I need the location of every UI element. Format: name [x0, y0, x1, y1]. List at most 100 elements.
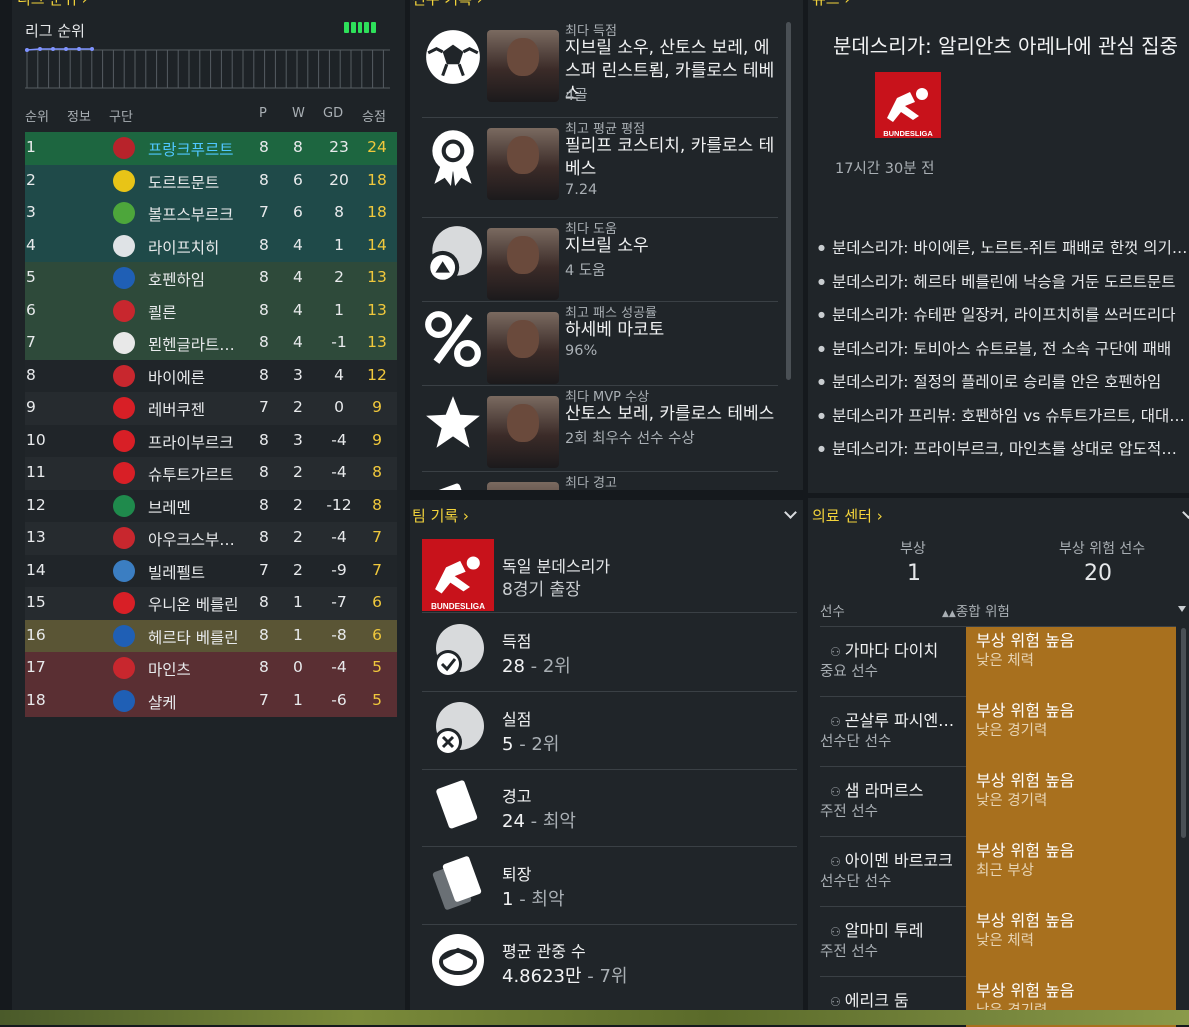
table-row[interactable]: 4 라이프치히 8 4 1 14 [25, 229, 397, 262]
medical-player-row[interactable]: 가마다 다이치중요 선수 부상 위험 높음낮은 체력 [820, 627, 1176, 697]
table-row[interactable]: 14 빌레펠트 7 2 -9 7 [25, 554, 397, 587]
club-name[interactable]: 쾰른 [148, 301, 260, 323]
table-row[interactable]: 13 아우크스부… 8 2 -4 7 [25, 522, 397, 555]
record-player[interactable]: 지브릴 소우 [565, 235, 777, 258]
record-player[interactable]: 하세베 마코토 [565, 319, 777, 342]
club-name[interactable]: 프랑크푸르트 [148, 138, 260, 160]
risk-badge[interactable]: 부상 위험 높음 낮은 체력 [966, 627, 1176, 697]
club-name[interactable]: 마인츠 [148, 658, 260, 680]
player-name[interactable]: 알마미 투레 [830, 917, 965, 941]
player-name[interactable]: 가마다 다이치 [830, 637, 965, 661]
team-record-item[interactable]: 퇴장 1 - 최악 [422, 847, 797, 925]
col-won[interactable]: W [292, 106, 305, 121]
risk-badge[interactable]: 부상 위험 높음낮은 경기력 [966, 697, 1176, 767]
table-row[interactable]: 11 슈투트가르트 8 2 -4 8 [25, 457, 397, 490]
club-name[interactable]: 볼프스부르크 [148, 203, 260, 225]
player-photo[interactable] [487, 396, 559, 468]
col-gd[interactable]: GD [323, 106, 343, 121]
club-name[interactable]: 바이에른 [148, 366, 260, 388]
medical-centre-title-link[interactable]: 의료 센터 › [812, 505, 883, 526]
table-row[interactable]: 15 우니온 베를린 8 1 -7 6 [25, 587, 397, 620]
club-name[interactable]: 라이프치히 [148, 236, 260, 258]
record-item[interactable]: 최고 패스 성공률 하세베 마코토 96% [422, 302, 778, 386]
col-points[interactable]: 승점 [362, 106, 386, 125]
news-item[interactable]: 분데스리가: 바이에른, 노르트-쥐트 패배로 한껏 의기… [818, 236, 1188, 258]
news-item[interactable]: 분데스리가: 절정의 플레이로 승리를 안은 호펜하임 [818, 370, 1188, 392]
table-row[interactable]: 16 헤르타 베를린 8 1 -8 6 [25, 619, 397, 652]
player-photo[interactable] [487, 228, 559, 300]
record-item[interactable]: 최다 경고 [422, 472, 778, 554]
player-name[interactable]: 샘 라머르스 [830, 777, 965, 801]
news-title-link[interactable]: 뉴스 › [812, 0, 850, 9]
medical-player-row[interactable]: 곤살루 파시엔… 선수단 선수 부상 위험 높음낮은 경기력 [820, 697, 1176, 767]
medical-player-row[interactable]: 샘 라머르스주전 선수 부상 위험 높음낮은 경기력 [820, 767, 1176, 837]
col-played[interactable]: P [259, 106, 267, 121]
col-pos[interactable]: 순위 [25, 106, 49, 125]
risk-badge[interactable]: 부상 위험 높음낮은 경기력 [966, 767, 1176, 837]
club-name[interactable]: 아우크스부… [148, 528, 260, 550]
column-dropdown-icon[interactable] [1178, 606, 1186, 612]
team-record-item[interactable]: 실점 5 - 2위 [422, 692, 797, 770]
col-club[interactable]: 구단 [109, 106, 133, 125]
table-row[interactable]: 6 쾰른 8 4 1 13 [25, 294, 397, 327]
player-photo[interactable] [487, 128, 559, 200]
club-name[interactable]: 묀헨글라트… [148, 333, 260, 355]
table-row[interactable]: 3 볼프스부르크 7 6 8 18 [25, 197, 397, 230]
team-record-item[interactable]: 경고 24 - 최악 [422, 769, 797, 847]
club-name[interactable]: 슈투트가르트 [148, 463, 260, 485]
player-name[interactable]: 곤살루 파시엔… [830, 707, 965, 731]
table-row[interactable]: 10 프라이부르크 8 3 -4 9 [25, 424, 397, 457]
col-info[interactable]: 정보 [67, 106, 91, 125]
player-name[interactable]: 에리크 둠 [830, 987, 965, 1011]
player-photo[interactable] [487, 30, 559, 102]
col-overall-risk[interactable]: ▲▲종합 위험 [942, 600, 1010, 620]
player-records-title-link[interactable]: 선수 기록 › [412, 0, 483, 9]
news-headline[interactable]: 분데스리가: 알리안츠 아레나에 관심 집중 [833, 30, 1178, 59]
team-records-chevron-icon[interactable] [784, 506, 797, 519]
club-name[interactable]: 우니온 베를린 [148, 593, 260, 615]
league-table-title-link[interactable]: 리그 순위 › [17, 0, 88, 9]
team-record-item[interactable]: 평균 관중 수 4.8623만 - 7위 [422, 924, 797, 1002]
table-row[interactable]: 2 도르트문트 8 6 20 18 [25, 164, 397, 197]
col-player[interactable]: 선수 [820, 600, 845, 620]
player-photo[interactable] [487, 312, 559, 384]
medical-player-row[interactable]: 알마미 투레주전 선수 부상 위험 높음낮은 체력 [820, 907, 1176, 977]
table-row[interactable]: 12 브레멘 8 2 -12 8 [25, 489, 397, 522]
player-name[interactable]: 아이멘 바르코크 [830, 847, 965, 871]
news-item[interactable]: 분데스리가 프리뷰: 호펜하임 vs 슈투트가르트, 대대적… [818, 404, 1188, 426]
risk-badge[interactable]: 부상 위험 높음 최근 부상 [966, 837, 1176, 907]
risk-badge[interactable]: 부상 위험 높음 낮은 체력 [966, 907, 1176, 977]
news-item[interactable]: 분데스리가: 헤르타 베를린에 낙승을 거둔 도르트문트 [818, 270, 1188, 292]
record-item[interactable]: 최다 득점 지브릴 소우, 산토스 보레, 에스퍼 린스트룀, 카를로스 테베스 4… [422, 20, 778, 118]
table-row[interactable]: 1 프랑크푸르트 8 8 23 24 [25, 132, 397, 165]
club-name[interactable]: 빌레펠트 [148, 561, 260, 583]
record-item[interactable]: 최고 평균 평점 필리프 코스티치, 카를로스 테베스 7.24 [422, 118, 778, 218]
news-item[interactable]: 분데스리가: 프라이부르크, 마인츠를 상대로 압도적인… [818, 437, 1188, 459]
record-player[interactable]: 필리프 코스티치, 카를로스 테베스 [565, 135, 777, 181]
table-row[interactable]: 7 묀헨글라트… 8 4 -1 13 [25, 327, 397, 360]
club-name[interactable]: 호펜하임 [148, 268, 260, 290]
club-name[interactable]: 샬케 [148, 691, 260, 713]
medical-player-row[interactable]: 아이멘 바르코크선수단 선수 부상 위험 높음최근 부상 [820, 837, 1176, 907]
team-records-title-link[interactable]: 팀 기록 › [412, 505, 469, 526]
team-record-item[interactable]: 득점 28 - 2위 [422, 614, 797, 692]
table-row[interactable]: 8 바이에른 8 3 4 12 [25, 359, 397, 392]
club-name[interactable]: 헤르타 베를린 [148, 626, 260, 648]
table-row[interactable]: 18 샬케 7 1 -6 5 [25, 684, 397, 717]
club-name[interactable]: 레버쿠젠 [148, 398, 260, 420]
records-scrollbar[interactable] [786, 22, 791, 380]
table-row[interactable]: 5 호펜하임 8 4 2 13 [25, 262, 397, 295]
news-item[interactable]: 분데스리가: 토비아스 슈트로블, 전 소속 구단에 패배 [818, 337, 1188, 359]
record-item[interactable]: 최다 MVP 수상 산토스 보레, 카를로스 테베스 2회 최우수 선수 수상 [422, 386, 778, 472]
record-item[interactable]: 최다 도움 지브릴 소우 4 도움 [422, 218, 778, 302]
record-player[interactable]: 산토스 보레, 카를로스 테베스 [565, 403, 777, 426]
club-name[interactable]: 도르트문트 [148, 171, 260, 193]
club-name[interactable]: 프라이부르크 [148, 431, 260, 453]
club-name[interactable]: 브레멘 [148, 496, 260, 518]
table-row[interactable]: 9 레버쿠젠 7 2 0 9 [25, 392, 397, 425]
news-item[interactable]: 분데스리가: 슈테판 일장커, 라이프치히를 쓰러뜨리다 [818, 303, 1188, 325]
record-player[interactable]: 지브릴 소우, 산토스 보레, 에스퍼 린스트룀, 카를로스 테베스 [565, 37, 777, 106]
table-row[interactable]: 17 마인츠 8 0 -4 5 [25, 652, 397, 685]
medical-centre-chevron-icon[interactable] [1182, 506, 1189, 519]
medical-scrollbar[interactable] [1181, 628, 1186, 838]
